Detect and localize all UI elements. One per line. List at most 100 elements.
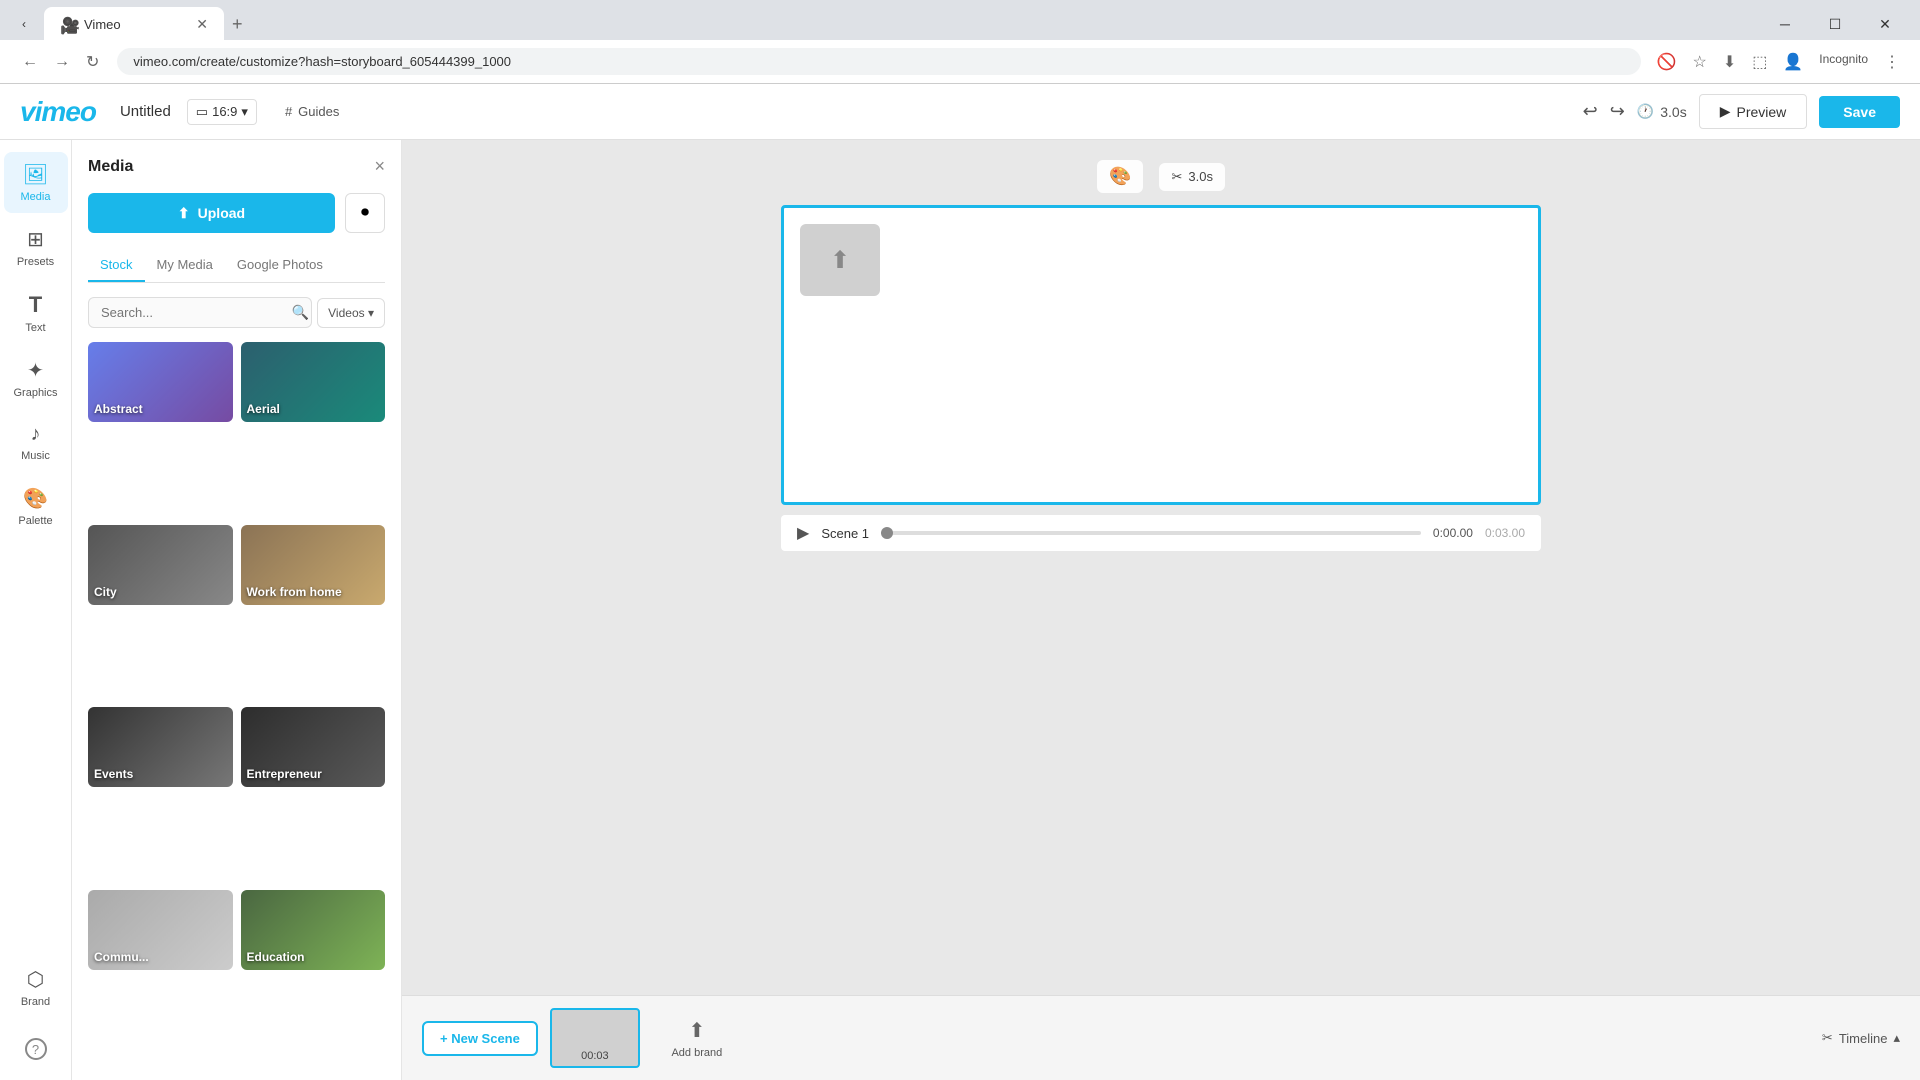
- card-label-city: City: [94, 585, 227, 599]
- redo-button[interactable]: ↪: [1610, 101, 1625, 122]
- project-title[interactable]: Untitled: [120, 103, 171, 120]
- scissors-button[interactable]: ✂ 3.0s: [1159, 163, 1224, 191]
- record-button[interactable]: ⏺: [345, 193, 385, 233]
- media-card-work[interactable]: Work from home: [241, 525, 386, 605]
- sidebar-item-graphics[interactable]: ✦ Graphics: [4, 348, 68, 409]
- media-card-city[interactable]: City: [88, 525, 233, 605]
- media-card-events[interactable]: Events: [88, 707, 233, 787]
- back-button[interactable]: ←: [16, 48, 44, 76]
- browser-tab-vimeo[interactable]: 🎥 Vimeo ✕: [44, 7, 224, 41]
- scene-label: Scene 1: [821, 526, 869, 541]
- tab-stock[interactable]: Stock: [88, 249, 145, 282]
- scissors-icon: ✂: [1171, 169, 1182, 185]
- card-label-events: Events: [94, 767, 227, 781]
- aspect-icon: ▭: [196, 104, 208, 120]
- timeline-bar[interactable]: [881, 531, 1421, 535]
- media-card-abstract[interactable]: Abstract: [88, 342, 233, 422]
- presets-icon: ⊞: [27, 227, 44, 252]
- close-button[interactable]: ✕: [1862, 8, 1908, 40]
- add-brand-button[interactable]: ⬆ Add brand: [652, 1008, 742, 1068]
- add-brand-icon: ⬆: [688, 1018, 705, 1043]
- tab-close-icon[interactable]: ✕: [196, 16, 208, 33]
- filter-chevron-icon: ▾: [368, 306, 374, 320]
- undo-button[interactable]: ↩: [1583, 101, 1598, 122]
- scissors-timeline-icon: ✂: [1822, 1030, 1833, 1046]
- sidebar-item-text[interactable]: T Text: [4, 282, 68, 344]
- brand-icon: ⬡: [27, 967, 44, 992]
- media-card-entrepreneur[interactable]: Entrepreneur: [241, 707, 386, 787]
- card-label-work: Work from home: [247, 585, 380, 599]
- menu-icon[interactable]: ⋮: [1880, 48, 1904, 76]
- upload-button[interactable]: ⬆ Upload: [88, 193, 335, 233]
- canvas-area: 🎨 ✂ 3.0s ⬆ ▶ Scene 1: [402, 140, 1920, 995]
- media-card-education[interactable]: Education: [241, 890, 386, 970]
- media-tabs: Stock My Media Google Photos: [88, 249, 385, 283]
- media-card-community[interactable]: Commu...: [88, 890, 233, 970]
- guides-button[interactable]: # Guides: [273, 100, 351, 123]
- card-label-aerial: Aerial: [247, 402, 380, 416]
- profile-icon[interactable]: 👤: [1779, 48, 1807, 76]
- save-button[interactable]: Save: [1819, 96, 1900, 128]
- download-icon[interactable]: ⬇: [1719, 48, 1740, 76]
- canvas[interactable]: ⬆: [781, 205, 1541, 505]
- sidebar: 🖼 Media ⊞ Presets T Text ✦ Graphics ♪ Mu…: [0, 140, 72, 1080]
- address-bar[interactable]: [117, 48, 1640, 75]
- tab-title: Vimeo: [84, 17, 188, 32]
- media-panel-close-button[interactable]: ×: [374, 156, 385, 177]
- sidebar-item-media[interactable]: 🖼 Media: [4, 152, 68, 213]
- sidebar-item-presets[interactable]: ⊞ Presets: [4, 217, 68, 278]
- new-scene-button[interactable]: + New Scene: [422, 1021, 538, 1056]
- media-icon: 🖼: [23, 162, 48, 187]
- clock-icon: 🕐: [1637, 103, 1654, 120]
- preview-button[interactable]: ▶ Preview: [1699, 94, 1808, 129]
- sidebar-item-palette[interactable]: 🎨 Palette: [4, 476, 68, 537]
- preview-play-icon: ▶: [1720, 103, 1731, 120]
- vimeo-logo: vimeo: [20, 96, 96, 128]
- eyeslash-icon: 🚫: [1653, 48, 1681, 76]
- total-time: 0:03.00: [1485, 526, 1525, 540]
- forward-button[interactable]: →: [48, 48, 76, 76]
- upload-icon: ⬆: [178, 205, 190, 222]
- tab-google-photos[interactable]: Google Photos: [225, 249, 335, 282]
- timeline-toggle-button[interactable]: ✂ Timeline ▴: [1822, 1030, 1900, 1046]
- tab-favicon: 🎥: [60, 16, 76, 32]
- media-card-aerial[interactable]: Aerial: [241, 342, 386, 422]
- bookmark-icon[interactable]: ☆: [1689, 48, 1711, 76]
- new-tab-button[interactable]: +: [224, 8, 251, 41]
- play-button[interactable]: ▶: [797, 523, 809, 543]
- timeline-controls: ▶ Scene 1 0:00.00 0:03.00: [781, 515, 1541, 551]
- scene-thumb-time: 00:03: [581, 1050, 609, 1062]
- maximize-button[interactable]: ☐: [1812, 8, 1858, 40]
- extensions-icon[interactable]: ⬚: [1748, 48, 1771, 76]
- palette-icon: 🎨: [23, 486, 48, 511]
- tab-back-btn[interactable]: ‹: [12, 12, 36, 36]
- filter-dropdown[interactable]: Videos ▾: [317, 298, 385, 328]
- refresh-button[interactable]: ↻: [80, 48, 105, 76]
- card-label-abstract: Abstract: [94, 402, 227, 416]
- sidebar-item-brand[interactable]: ⬡ Brand: [4, 957, 68, 1018]
- tab-my-media[interactable]: My Media: [145, 249, 225, 282]
- grid-icon: #: [285, 104, 292, 119]
- bottom-strip: + New Scene 00:03 ⬆ Add brand ✂ Timeline…: [402, 995, 1920, 1080]
- graphics-icon: ✦: [27, 358, 44, 383]
- color-wheel-icon: 🎨: [1109, 166, 1131, 187]
- timeline-handle[interactable]: [881, 527, 893, 539]
- media-panel-title: Media: [88, 158, 133, 176]
- ratio-label: 16:9: [212, 104, 237, 119]
- minimize-button[interactable]: ─: [1762, 8, 1808, 40]
- card-label-entrepreneur: Entrepreneur: [247, 767, 380, 781]
- chevron-down-icon: ▾: [241, 104, 248, 120]
- color-wheel-button[interactable]: 🎨: [1097, 160, 1143, 193]
- canvas-media-placeholder[interactable]: ⬆: [800, 224, 880, 296]
- incognito-label: Incognito: [1815, 48, 1872, 76]
- card-label-education: Education: [247, 950, 380, 964]
- sidebar-item-music[interactable]: ♪ Music: [4, 413, 68, 472]
- aspect-ratio-selector[interactable]: ▭ 16:9 ▾: [187, 99, 257, 125]
- search-input[interactable]: [88, 297, 312, 328]
- media-grid: Abstract Aerial City Work from home Even…: [88, 342, 385, 1064]
- current-time: 0:00.00: [1433, 526, 1473, 540]
- help-icon[interactable]: ?: [25, 1038, 47, 1060]
- scene-thumbnail-1[interactable]: 00:03: [550, 1008, 640, 1068]
- upload-placeholder-icon: ⬆: [830, 246, 850, 275]
- help-button[interactable]: ?: [17, 1030, 55, 1068]
